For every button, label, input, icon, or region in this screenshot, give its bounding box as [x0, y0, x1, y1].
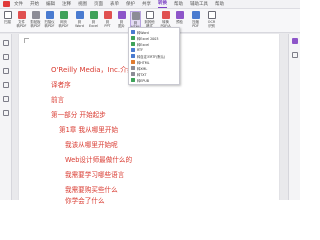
to-image-button[interactable]: 到 图片 — [116, 11, 127, 28]
tab-help[interactable]: 帮助 — [174, 0, 183, 9]
scan-icon — [3, 11, 12, 19]
to-other-format-button[interactable]: 到其他 格式 — [144, 11, 155, 28]
bookmark-item[interactable]: 第1章 我从哪里开始 — [59, 124, 118, 134]
file-to-pdf-button[interactable]: 文件 转PDF — [16, 11, 27, 28]
bookmark-item[interactable]: 我该从哪里开始呢 — [65, 139, 118, 149]
to-word-button[interactable]: 到 Word — [74, 11, 85, 28]
clipboard-icon — [31, 11, 40, 19]
tab-home[interactable]: 开始 — [30, 0, 39, 9]
scan-button[interactable]: 扫描 — [2, 11, 13, 24]
other-format-icon — [145, 11, 154, 19]
file-to-pdf-icon — [17, 11, 26, 19]
app-logo-icon — [3, 1, 10, 7]
ocr-button[interactable]: OCR 识别 — [206, 11, 217, 28]
bookmark-item[interactable]: 译者序 — [51, 79, 71, 89]
pdfa-icon — [161, 11, 170, 19]
rtf-icon — [131, 48, 135, 52]
menu-item-epub[interactable]: 转EPUB — [129, 77, 179, 83]
tab-convert[interactable]: 转换 — [158, 0, 167, 8]
search-icon[interactable] — [3, 110, 9, 116]
pdf-editor-window: 文件 开始 编辑 注释 视图 页面 表单 保护 共享 转换 帮助 辅助工具 帮助… — [0, 0, 300, 204]
word-icon — [131, 30, 135, 34]
convert-dropdown-menu: 转Word 转Excel 2003 转Excel RTF 转自定义RTF(默认)… — [128, 27, 180, 85]
bookmark-item[interactable]: 我需要购买些什么 — [65, 184, 118, 194]
bookmark-icon[interactable] — [3, 40, 9, 46]
bookmark-item[interactable]: Web设计师最做什么的 — [65, 154, 132, 164]
tab-help-2[interactable]: 帮助 — [215, 0, 224, 9]
right-tool-panel — [288, 34, 300, 200]
preflight-icon — [175, 11, 184, 19]
excel-icon — [131, 36, 135, 40]
rtf-icon — [131, 54, 135, 58]
left-navigation-panel — [0, 34, 12, 200]
bookmark-item[interactable]: O'Reilly Media，Inc.介绍 — [51, 65, 134, 75]
scanner-to-pdf-button[interactable]: 扫描仪 转PDF — [44, 11, 55, 28]
tab-page[interactable]: 页面 — [94, 0, 103, 9]
tab-view[interactable]: 视图 — [78, 0, 87, 9]
compress-pdf-button[interactable]: 压缩 PDF — [190, 11, 201, 28]
tab-accessibility[interactable]: 辅助工具 — [190, 0, 208, 9]
to-excel-button[interactable]: 到 Excel — [88, 11, 99, 28]
word-icon — [75, 11, 84, 19]
comment-list-icon[interactable] — [3, 82, 9, 88]
tab-protect[interactable]: 保护 — [126, 0, 135, 9]
edit-tool-icon[interactable] — [292, 38, 298, 44]
ocr-icon — [207, 11, 216, 19]
epub-icon — [131, 78, 135, 82]
html-icon — [131, 60, 135, 64]
bookmark-item[interactable]: 第一部分 开始起步 — [51, 109, 106, 119]
webpage-to-pdf-button[interactable]: 网页 转PDF — [58, 11, 69, 28]
tab-comment[interactable]: 注释 — [62, 0, 71, 9]
html-icon — [131, 12, 140, 20]
excel-icon — [89, 11, 98, 19]
menu-tab-bar: 文件 开始 编辑 注释 视图 页面 表单 保护 共享 转换 帮助 辅助工具 帮助 — [0, 0, 300, 9]
bookmark-item[interactable]: 前言 — [51, 94, 64, 104]
page-corner-mark — [24, 38, 29, 43]
tab-file[interactable]: 文件 — [14, 0, 23, 9]
to-ppt-button[interactable]: 到 PPT — [102, 11, 113, 28]
excel-icon — [131, 42, 135, 46]
bookmark-item[interactable]: 你学会了什么 — [65, 198, 105, 205]
tab-share[interactable]: 共享 — [142, 0, 151, 9]
preflight-button[interactable]: 预检 — [174, 11, 185, 24]
bookmark-item[interactable]: 我需要学习哪些语言 — [65, 169, 124, 179]
to-pdfa-button[interactable]: 转换 PDF/A — [160, 11, 171, 28]
attachment-icon[interactable] — [3, 68, 9, 74]
globe-icon — [59, 11, 68, 19]
image-icon — [117, 11, 126, 19]
clipboard-to-pdf-button[interactable]: 剪贴板 转PDF — [30, 11, 41, 28]
zoom-icon[interactable] — [292, 52, 298, 58]
scanner-icon — [45, 11, 54, 19]
layers-icon[interactable] — [3, 96, 9, 102]
tab-edit[interactable]: 编辑 — [46, 0, 55, 9]
txt-icon — [131, 72, 135, 76]
tab-form[interactable]: 表单 — [110, 0, 119, 9]
xml-icon — [131, 66, 135, 70]
powerpoint-icon — [103, 11, 112, 19]
compress-icon — [191, 11, 200, 19]
thumbnail-icon[interactable] — [3, 54, 9, 60]
